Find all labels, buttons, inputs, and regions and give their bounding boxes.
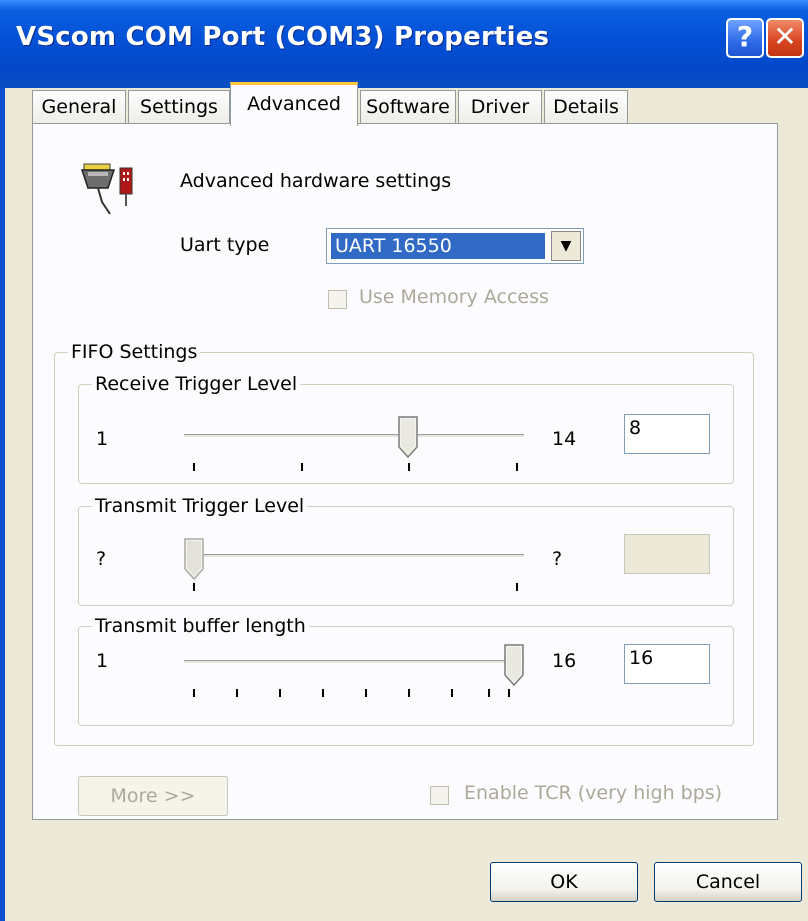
transmit-max-label: ?: [552, 548, 563, 570]
receive-trigger-title: Receive Trigger Level: [92, 373, 301, 395]
fifo-settings-title: FIFO Settings: [68, 341, 201, 363]
transmit-min-label: ?: [96, 548, 107, 570]
receive-tick: [193, 463, 195, 471]
buffer-tick: [322, 689, 324, 697]
transmit-tick: [193, 583, 195, 591]
enable-tcr-label: Enable TCR (very high bps): [464, 782, 723, 804]
receive-trigger-input[interactable]: 8: [624, 414, 710, 454]
help-button[interactable]: ?: [726, 18, 764, 58]
help-icon: ?: [736, 20, 754, 53]
buffer-tick: [508, 689, 510, 697]
buffer-tick: [365, 689, 367, 697]
receive-tick: [516, 463, 518, 471]
transmit-trigger-title: Transmit Trigger Level: [92, 495, 308, 517]
transmit-slider-thumb[interactable]: [184, 538, 204, 581]
buffer-max-label: 16: [552, 650, 577, 672]
close-icon: ✕: [773, 20, 797, 53]
dropdown-arrow-icon[interactable]: ▼: [551, 231, 581, 261]
title-bar[interactable]: VScom COM Port (COM3) Properties ? ✕: [0, 0, 808, 88]
tab-advanced[interactable]: Advanced: [230, 82, 358, 126]
buffer-tick: [279, 689, 281, 697]
receive-min-label: 1: [96, 428, 109, 450]
buffer-tick: [451, 689, 453, 697]
ok-button[interactable]: OK: [490, 862, 638, 902]
more-button[interactable]: More >>: [78, 776, 228, 816]
buffer-tick: [236, 689, 238, 697]
buffer-tick: [193, 689, 195, 697]
transmit-tick: [516, 583, 518, 591]
receive-slider-track[interactable]: [184, 434, 524, 438]
serial-port-icon: [80, 162, 138, 218]
uart-type-value: UART 16550: [330, 232, 546, 260]
receive-slider-thumb[interactable]: [398, 416, 418, 459]
uart-type-label: Uart type: [180, 234, 270, 256]
properties-dialog: VScom COM Port (COM3) Properties ? ✕ Gen…: [0, 0, 808, 921]
use-memory-access-label: Use Memory Access: [359, 286, 549, 308]
receive-tick: [408, 463, 410, 471]
tab-settings[interactable]: Settings: [128, 90, 230, 126]
receive-max-label: 14: [552, 428, 577, 450]
use-memory-access-checkbox[interactable]: [328, 290, 347, 309]
uart-type-dropdown[interactable]: UART 16550 ▼: [326, 228, 584, 264]
buffer-slider-track[interactable]: [184, 660, 524, 664]
tab-general[interactable]: General: [32, 90, 126, 126]
tab-software[interactable]: Software: [360, 90, 456, 126]
tab-driver[interactable]: Driver: [458, 90, 542, 126]
window-title: VScom COM Port (COM3) Properties: [16, 22, 550, 52]
cancel-button[interactable]: Cancel: [654, 862, 802, 902]
buffer-slider-thumb[interactable]: [504, 644, 524, 687]
receive-tick: [301, 463, 303, 471]
transmit-buffer-input[interactable]: 16: [624, 644, 710, 684]
enable-tcr-checkbox[interactable]: [430, 786, 449, 805]
buffer-min-label: 1: [96, 650, 109, 672]
transmit-slider-track[interactable]: [184, 554, 524, 558]
window-border: [0, 88, 5, 921]
transmit-trigger-input[interactable]: [624, 534, 710, 574]
buffer-tick: [488, 689, 490, 697]
buffer-tick: [408, 689, 410, 697]
close-button[interactable]: ✕: [766, 18, 804, 58]
tab-details[interactable]: Details: [544, 90, 628, 126]
advanced-heading: Advanced hardware settings: [180, 170, 452, 192]
transmit-buffer-title: Transmit buffer length: [92, 615, 309, 637]
